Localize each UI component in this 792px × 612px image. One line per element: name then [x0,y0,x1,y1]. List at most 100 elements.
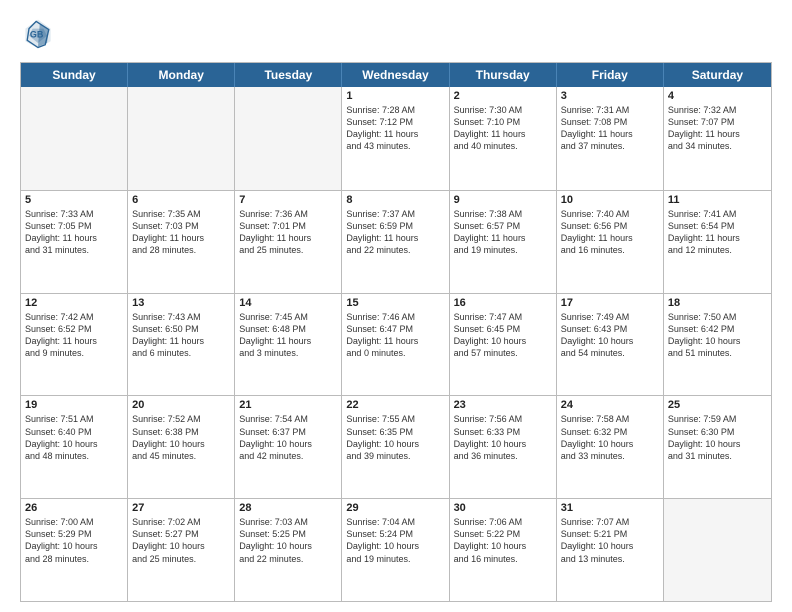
day-number: 1 [346,90,444,102]
cell-info-line: Sunrise: 7:54 AM [239,413,337,425]
cell-info-line: Sunset: 6:40 PM [25,426,123,438]
cell-info-line: and 54 minutes. [561,347,659,359]
cell-info-line: Sunrise: 7:40 AM [561,208,659,220]
calendar-header: SundayMondayTuesdayWednesdayThursdayFrid… [21,63,771,87]
cell-info-line: and 51 minutes. [668,347,767,359]
day-header-tuesday: Tuesday [235,63,342,87]
calendar-cell-empty [664,499,771,601]
cell-info-line: Sunrise: 7:06 AM [454,516,552,528]
cell-info-line: Sunset: 7:10 PM [454,116,552,128]
cell-info-line: Sunrise: 7:52 AM [132,413,230,425]
cell-info-line: and 48 minutes. [25,450,123,462]
calendar-cell-26: 26Sunrise: 7:00 AMSunset: 5:29 PMDayligh… [21,499,128,601]
svg-text:GB: GB [30,30,44,40]
cell-info-line: and 39 minutes. [346,450,444,462]
day-number: 24 [561,399,659,411]
calendar: SundayMondayTuesdayWednesdayThursdayFrid… [20,62,772,602]
calendar-body: 1Sunrise: 7:28 AMSunset: 7:12 PMDaylight… [21,87,771,601]
cell-info-line: Daylight: 10 hours [561,438,659,450]
cell-info-line: Daylight: 10 hours [454,438,552,450]
calendar-cell-22: 22Sunrise: 7:55 AMSunset: 6:35 PMDayligh… [342,396,449,498]
calendar-cell-empty [235,87,342,190]
cell-info-line: and 31 minutes. [25,244,123,256]
cell-info-line: Sunset: 6:35 PM [346,426,444,438]
cell-info-line: Daylight: 11 hours [239,335,337,347]
day-number: 22 [346,399,444,411]
calendar-cell-15: 15Sunrise: 7:46 AMSunset: 6:47 PMDayligh… [342,294,449,396]
cell-info-line: Daylight: 10 hours [668,335,767,347]
day-number: 19 [25,399,123,411]
cell-info-line: and 57 minutes. [454,347,552,359]
cell-info-line: Daylight: 11 hours [454,128,552,140]
day-number: 21 [239,399,337,411]
calendar-cell-21: 21Sunrise: 7:54 AMSunset: 6:37 PMDayligh… [235,396,342,498]
cell-info-line: Daylight: 11 hours [25,232,123,244]
cell-info-line: Sunset: 6:45 PM [454,323,552,335]
cell-info-line: Daylight: 10 hours [454,335,552,347]
cell-info-line: Sunrise: 7:32 AM [668,104,767,116]
cell-info-line: Daylight: 11 hours [668,232,767,244]
cell-info-line: Sunrise: 7:42 AM [25,311,123,323]
cell-info-line: Daylight: 10 hours [239,540,337,552]
cell-info-line: Daylight: 10 hours [454,540,552,552]
cell-info-line: Daylight: 11 hours [239,232,337,244]
day-number: 12 [25,297,123,309]
day-header-monday: Monday [128,63,235,87]
day-header-sunday: Sunday [21,63,128,87]
cell-info-line: Daylight: 11 hours [346,335,444,347]
cell-info-line: Sunset: 6:48 PM [239,323,337,335]
calendar-cell-10: 10Sunrise: 7:40 AMSunset: 6:56 PMDayligh… [557,191,664,293]
calendar-cell-8: 8Sunrise: 7:37 AMSunset: 6:59 PMDaylight… [342,191,449,293]
cell-info-line: Sunset: 5:21 PM [561,528,659,540]
cell-info-line: Daylight: 10 hours [132,438,230,450]
cell-info-line: and 36 minutes. [454,450,552,462]
cell-info-line: and 12 minutes. [668,244,767,256]
cell-info-line: and 45 minutes. [132,450,230,462]
day-number: 31 [561,502,659,514]
day-number: 4 [668,90,767,102]
cell-info-line: Sunset: 6:52 PM [25,323,123,335]
calendar-cell-13: 13Sunrise: 7:43 AMSunset: 6:50 PMDayligh… [128,294,235,396]
day-number: 8 [346,194,444,206]
cell-info-line: and 37 minutes. [561,140,659,152]
cell-info-line: Sunrise: 7:07 AM [561,516,659,528]
calendar-cell-31: 31Sunrise: 7:07 AMSunset: 5:21 PMDayligh… [557,499,664,601]
cell-info-line: Sunset: 6:56 PM [561,220,659,232]
cell-info-line: Sunset: 6:30 PM [668,426,767,438]
day-number: 3 [561,90,659,102]
calendar-cell-11: 11Sunrise: 7:41 AMSunset: 6:54 PMDayligh… [664,191,771,293]
cell-info-line: Sunrise: 7:03 AM [239,516,337,528]
day-number: 2 [454,90,552,102]
calendar-cell-18: 18Sunrise: 7:50 AMSunset: 6:42 PMDayligh… [664,294,771,396]
calendar-cell-16: 16Sunrise: 7:47 AMSunset: 6:45 PMDayligh… [450,294,557,396]
cell-info-line: and 22 minutes. [346,244,444,256]
day-number: 18 [668,297,767,309]
cell-info-line: and 25 minutes. [132,553,230,565]
cell-info-line: Sunset: 7:01 PM [239,220,337,232]
day-number: 15 [346,297,444,309]
day-number: 27 [132,502,230,514]
calendar-cell-empty [128,87,235,190]
cell-info-line: and 19 minutes. [346,553,444,565]
cell-info-line: Sunrise: 7:04 AM [346,516,444,528]
day-number: 20 [132,399,230,411]
day-number: 17 [561,297,659,309]
cell-info-line: and 40 minutes. [454,140,552,152]
cell-info-line: Sunrise: 7:59 AM [668,413,767,425]
cell-info-line: Sunset: 6:54 PM [668,220,767,232]
logo-icon: GB [20,16,56,52]
cell-info-line: Sunrise: 7:30 AM [454,104,552,116]
calendar-cell-9: 9Sunrise: 7:38 AMSunset: 6:57 PMDaylight… [450,191,557,293]
cell-info-line: Sunset: 6:59 PM [346,220,444,232]
cell-info-line: Daylight: 11 hours [132,232,230,244]
cell-info-line: Sunset: 7:03 PM [132,220,230,232]
cell-info-line: Daylight: 10 hours [25,438,123,450]
calendar-cell-28: 28Sunrise: 7:03 AMSunset: 5:25 PMDayligh… [235,499,342,601]
day-number: 10 [561,194,659,206]
calendar-cell-1: 1Sunrise: 7:28 AMSunset: 7:12 PMDaylight… [342,87,449,190]
cell-info-line: Daylight: 10 hours [346,438,444,450]
cell-info-line: and 43 minutes. [346,140,444,152]
cell-info-line: Sunrise: 7:00 AM [25,516,123,528]
cell-info-line: Sunrise: 7:36 AM [239,208,337,220]
cell-info-line: and 13 minutes. [561,553,659,565]
